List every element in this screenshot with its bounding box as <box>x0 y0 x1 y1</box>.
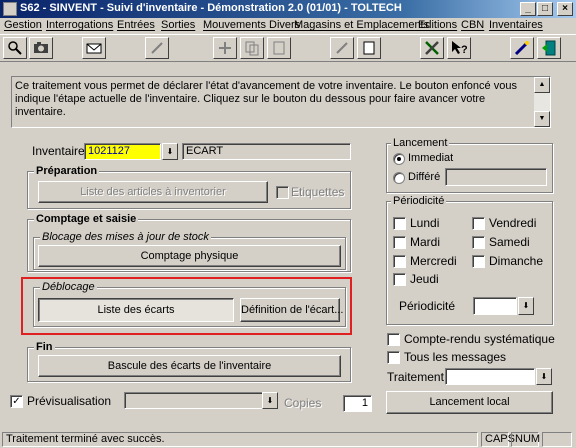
previsualisation-checkbox[interactable]: ✓ <box>10 395 23 408</box>
mardi-label: Mardi <box>410 235 441 249</box>
annotation-highlight <box>21 277 352 335</box>
inventaire-code-input[interactable]: 1021127 <box>84 143 161 160</box>
comptage-title: Comptage et saisie <box>34 213 139 225</box>
caps-indicator: CAPS <box>481 432 515 447</box>
lundi-checkbox[interactable] <box>393 217 406 230</box>
menu-entrees[interactable]: Entrées <box>117 19 155 31</box>
pen-icon[interactable] <box>330 37 354 59</box>
edit-icon[interactable] <box>145 37 169 59</box>
wand-icon[interactable] <box>510 37 534 59</box>
status-message: Traitement terminé avec succès. <box>2 432 478 447</box>
dimanche-checkbox[interactable] <box>472 255 485 268</box>
mercredi-label: Mercredi <box>410 254 457 268</box>
menu-magasins[interactable]: Magasins et Emplacements <box>294 19 429 31</box>
compte-rendu-checkbox[interactable] <box>387 333 400 346</box>
inventaire-dropdown-icon[interactable]: ⬇ <box>162 143 178 160</box>
traitement-select[interactable] <box>445 368 535 385</box>
bascule-ecarts-button[interactable]: Bascule des écarts de l'inventaire <box>38 355 341 377</box>
menu-interrogations[interactable]: Interrogations <box>46 19 113 31</box>
inventaire-description-field: ECART <box>182 143 351 160</box>
periodicite-select-label: Périodicité <box>399 299 456 313</box>
samedi-label: Samedi <box>489 235 530 249</box>
etiquettes-label: Etiquettes <box>291 185 345 199</box>
jeudi-checkbox[interactable] <box>393 273 406 286</box>
previsualisation-label: Prévisualisation <box>27 394 112 408</box>
tools-icon[interactable] <box>420 37 444 59</box>
vendredi-label: Vendredi <box>489 216 537 230</box>
scroll-up-icon[interactable]: ▲ <box>534 77 550 93</box>
liste-articles-button[interactable]: Liste des articles à inventorier <box>38 181 268 203</box>
mardi-checkbox[interactable] <box>393 236 406 249</box>
periodicite-select[interactable] <box>473 297 517 315</box>
camera-icon[interactable] <box>29 37 53 59</box>
svg-text:?: ? <box>461 44 467 56</box>
fin-title: Fin <box>34 341 55 353</box>
copies-input[interactable]: 1 <box>343 395 372 412</box>
help-icon[interactable]: ? <box>447 37 471 59</box>
maximize-button[interactable]: □ <box>537 2 553 16</box>
samedi-checkbox[interactable] <box>472 236 485 249</box>
status-bar: Traitement terminé avec succès. CAPS NUM <box>0 430 576 448</box>
inventaire-label: Inventaire <box>32 144 85 158</box>
traitement-label: Traitement <box>387 370 444 384</box>
info-scrollbar[interactable]: ▲ ▼ <box>534 77 550 127</box>
info-text: Ce traitement vous permet de déclarer l'… <box>15 80 517 118</box>
immediat-radio[interactable] <box>393 153 405 165</box>
search-icon[interactable] <box>3 37 27 59</box>
vendredi-checkbox[interactable] <box>472 217 485 230</box>
delete-icon[interactable] <box>267 37 291 59</box>
num-indicator: NUM <box>511 432 540 447</box>
menu-inventaires[interactable]: Inventaires <box>489 19 543 31</box>
menu-cbn[interactable]: CBN <box>461 19 484 31</box>
copy-icon[interactable] <box>240 37 264 59</box>
status-extra-panel <box>542 432 572 447</box>
differe-radio[interactable] <box>393 172 405 184</box>
copies-label: Copies <box>284 396 322 410</box>
mail-icon[interactable] <box>82 37 106 59</box>
previsualisation-dropdown-icon[interactable]: ⬇ <box>262 392 278 409</box>
differe-label: Différé <box>408 171 441 183</box>
immediat-label: Immediat <box>408 152 454 164</box>
toolbar: ? <box>0 34 576 62</box>
periodicite-title: Périodicité <box>391 195 447 207</box>
tous-messages-checkbox[interactable] <box>387 351 400 364</box>
title-bar: S62 - SINVENT - Suivi d'inventaire - Dém… <box>0 0 576 18</box>
info-textarea[interactable]: Ce traitement vous permet de déclarer l'… <box>11 76 551 128</box>
lancement-title: Lancement <box>391 137 450 149</box>
etiquettes-checkbox[interactable] <box>276 186 289 199</box>
differe-date-field <box>445 168 547 186</box>
menu-mouvements-divers[interactable]: Mouvements Divers <box>203 19 300 31</box>
previsualisation-select[interactable] <box>124 392 264 409</box>
comptage-physique-button[interactable]: Comptage physique <box>38 245 341 267</box>
close-button[interactable]: × <box>557 2 573 16</box>
window-title: S62 - SINVENT - Suivi d'inventaire - Dém… <box>20 2 402 14</box>
add-icon[interactable] <box>213 37 237 59</box>
minimize-button[interactable]: _ <box>520 2 536 16</box>
preparation-title: Préparation <box>34 165 100 177</box>
scroll-down-icon[interactable]: ▼ <box>534 111 550 127</box>
tous-messages-label: Tous les messages <box>404 350 507 364</box>
lundi-label: Lundi <box>410 216 440 230</box>
periodicite-dropdown-icon[interactable]: ⬇ <box>518 297 534 315</box>
menu-gestion[interactable]: Gestion <box>4 19 42 31</box>
compte-rendu-label: Compte-rendu systématique <box>404 332 555 346</box>
menu-editions[interactable]: Editions <box>418 19 457 31</box>
page-icon[interactable] <box>357 37 381 59</box>
menu-bar: Gestion Interrogations Entrées Sorties M… <box>0 18 576 34</box>
blocage-title: Blocage des mises à jour de stock <box>40 231 211 243</box>
lancement-local-button[interactable]: Lancement local <box>386 391 553 414</box>
jeudi-label: Jeudi <box>410 272 439 286</box>
exit-icon[interactable] <box>537 37 561 59</box>
traitement-dropdown-icon[interactable]: ⬇ <box>536 368 552 385</box>
dimanche-label: Dimanche <box>489 254 544 268</box>
menu-sorties[interactable]: Sorties <box>161 19 195 31</box>
mercredi-checkbox[interactable] <box>393 255 406 268</box>
app-icon <box>3 2 17 16</box>
